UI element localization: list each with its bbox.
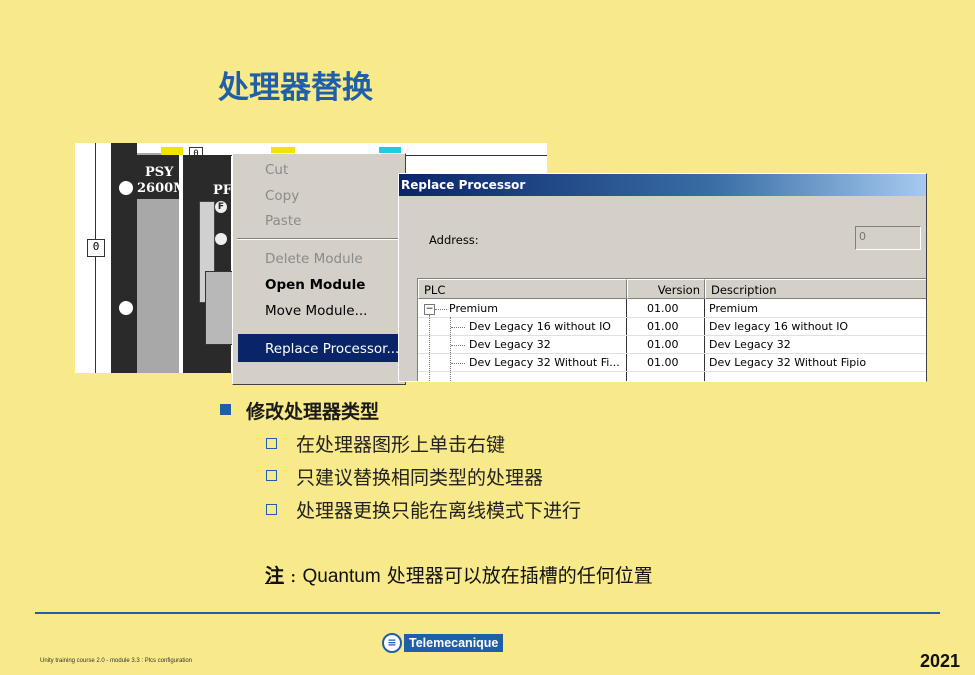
address-value: 0 xyxy=(859,230,866,243)
tree-expander-minus-icon[interactable]: − xyxy=(424,304,435,315)
menu-item-replace-processor[interactable]: Replace Processor... xyxy=(265,341,399,357)
table-row-plc[interactable]: Premium xyxy=(449,300,498,318)
table-row-version: 01.00 xyxy=(647,320,679,333)
address-field[interactable]: 0 xyxy=(855,226,921,250)
note-line: 注 : Quantum 处理器可以放在插槽的任何位置 xyxy=(265,561,653,588)
note-separator: : xyxy=(284,565,303,587)
note-text: 处理器可以放在插槽的任何位置 xyxy=(380,565,653,587)
psy-label-line1: PSY xyxy=(145,165,174,180)
table-row-plc[interactable]: Dev Legacy 16 without IO xyxy=(469,318,611,336)
processor-table: PLC Version Description − Premium 01.00 … xyxy=(417,278,926,381)
column-header-plc[interactable]: PLC xyxy=(418,279,627,299)
status-led-yellow xyxy=(161,147,183,155)
bullet-item: 在处理器图形上单击右键 xyxy=(296,434,506,456)
note-label: 注 xyxy=(265,565,285,587)
processor-label: PF xyxy=(213,183,233,198)
row-divider xyxy=(418,371,926,372)
menu-item-cut[interactable]: Cut xyxy=(265,162,288,178)
table-row-version: 01.00 xyxy=(647,338,679,351)
address-label: Address: xyxy=(429,233,479,247)
menu-item-open-module[interactable]: Open Module xyxy=(265,277,365,293)
bullet-heading: 修改处理器类型 xyxy=(246,401,380,423)
column-header-version[interactable]: Version xyxy=(627,279,705,299)
menu-item-delete-module[interactable]: Delete Module xyxy=(265,251,363,267)
table-row-version: 01.00 xyxy=(647,356,679,369)
footer-divider xyxy=(35,612,940,614)
note-product: Quantum xyxy=(302,566,381,587)
footer-year: 2021 xyxy=(920,651,961,671)
table-row-description: Dev legacy 16 without IO xyxy=(709,320,849,333)
bullet-filled-square-icon xyxy=(220,404,231,415)
tree-connector xyxy=(451,327,465,328)
tree-connector xyxy=(435,309,447,310)
rack-module-psy-edge xyxy=(111,143,137,373)
menu-item-copy[interactable]: Copy xyxy=(265,188,299,204)
column-divider xyxy=(704,299,705,381)
dialog-title: Replace Processor xyxy=(401,178,526,192)
processor-sub-label: F xyxy=(215,201,227,213)
bullet-hollow-square-icon xyxy=(266,504,277,515)
tree-connector xyxy=(451,363,465,364)
telemecanique-logo-icon: ≡ xyxy=(382,633,402,653)
table-row-description: Premium xyxy=(709,302,758,315)
tree-connector xyxy=(451,345,465,346)
rack-rail-line xyxy=(95,143,96,373)
table-row-version: 01.00 xyxy=(647,302,679,315)
table-row-description: Dev Legacy 32 xyxy=(709,338,791,351)
column-divider xyxy=(626,299,627,381)
slot-side-label: 0 xyxy=(87,239,105,257)
processor-connector-icon xyxy=(215,233,227,245)
menu-item-paste[interactable]: Paste xyxy=(265,213,301,229)
rack-screw-bottom xyxy=(119,301,133,315)
column-header-description[interactable]: Description xyxy=(705,279,926,299)
slide-title: 处理器替换 xyxy=(218,70,373,106)
bullet-item: 只建议替换相同类型的处理器 xyxy=(296,467,544,489)
bullet-hollow-square-icon xyxy=(266,470,277,481)
context-menu: Cut Copy Paste Delete Module Open Module… xyxy=(232,153,406,385)
table-row-description: Dev Legacy 32 Without Fipio xyxy=(709,356,867,369)
replace-processor-dialog: Replace Processor Address: 0 PLC Version… xyxy=(398,173,927,382)
brand-logo-text: Telemecanique xyxy=(404,634,504,652)
menu-item-move-module[interactable]: Move Module... xyxy=(265,303,367,319)
menu-separator xyxy=(237,238,401,240)
course-footer: Unity training course 2.0 - module 3.3 :… xyxy=(40,658,193,664)
bullet-hollow-square-icon xyxy=(266,438,277,449)
table-row-plc[interactable]: Dev Legacy 32 xyxy=(469,336,551,354)
bullet-item: 处理器更换只能在离线模式下进行 xyxy=(296,500,582,522)
table-row-plc[interactable]: Dev Legacy 32 Without Fi... xyxy=(469,354,620,372)
processor-port-block xyxy=(205,271,233,345)
psy-label-line2: 2600M xyxy=(137,181,188,196)
rack-screw-top xyxy=(119,181,133,195)
